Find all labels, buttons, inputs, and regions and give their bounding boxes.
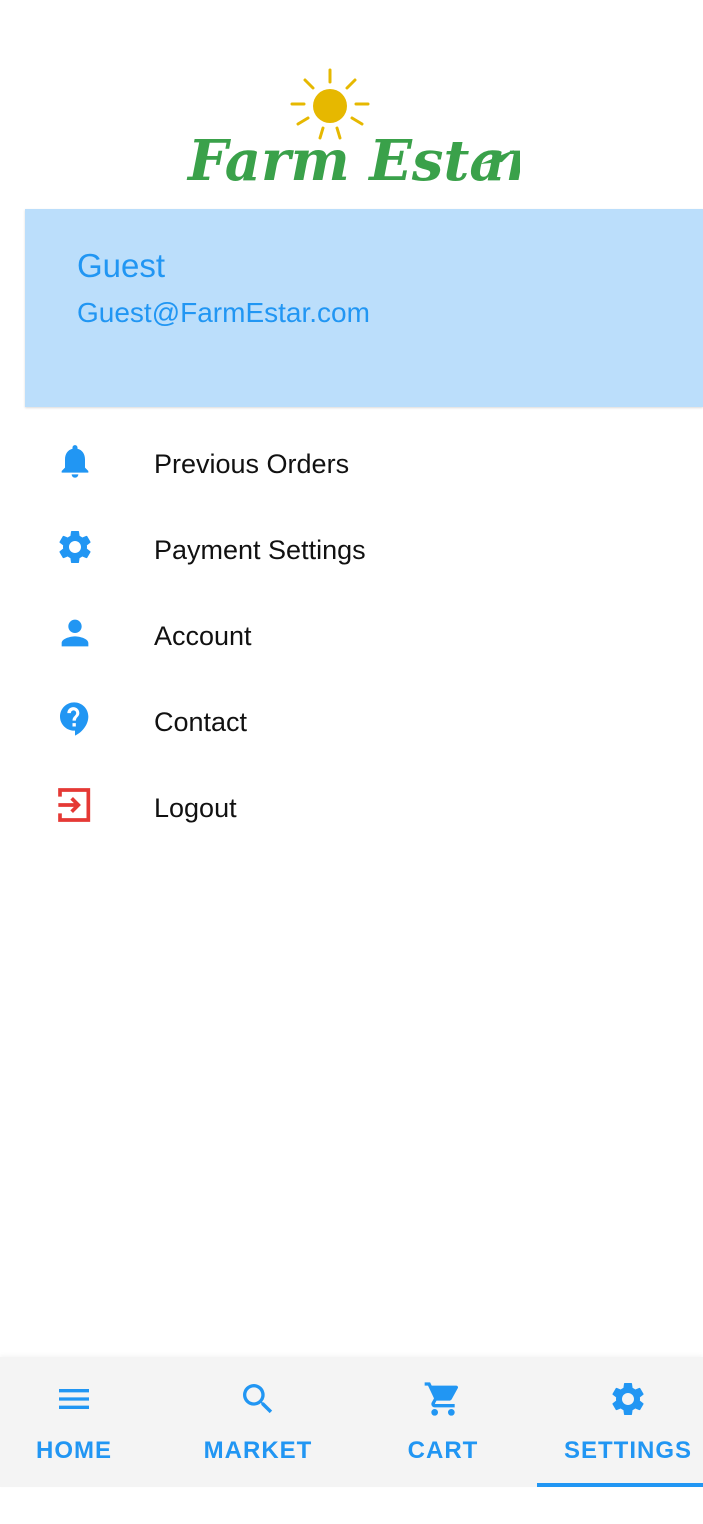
nav-tab-market[interactable]: MARKET	[183, 1357, 333, 1487]
user-name: Guest	[77, 247, 166, 284]
active-tab-indicator	[537, 1483, 703, 1487]
gear-icon	[612, 1383, 644, 1415]
farm-estar-logo: Farm Estar	[186, 68, 520, 194]
menu-item-label: Previous Orders	[154, 449, 350, 479]
cart-icon	[424, 1382, 459, 1416]
menu-item-label: Logout	[154, 793, 237, 823]
search-icon	[243, 1384, 273, 1414]
logout-icon	[58, 788, 91, 822]
menu-item-previous-orders[interactable]: Previous Orders	[0, 422, 703, 508]
menu-item-label: Payment Settings	[154, 535, 366, 565]
help-icon	[60, 702, 89, 736]
menu-item-account[interactable]: Account	[0, 594, 703, 680]
menu-item-logout[interactable]: Logout	[0, 766, 703, 852]
nav-tab-cart[interactable]: CART	[368, 1357, 518, 1487]
nav-tab-label: MARKET	[203, 1437, 313, 1464]
bottom-navigation: HOME MARKET CART SETTINGS	[0, 1357, 703, 1487]
svg-text:Farm Estar: Farm Estar	[186, 128, 520, 194]
nav-tab-settings[interactable]: SETTINGS	[553, 1357, 703, 1487]
menu-icon	[59, 1389, 89, 1409]
nav-tab-label: SETTINGS	[563, 1437, 692, 1464]
nav-tab-label: HOME	[36, 1437, 112, 1464]
user-email: Guest@FarmEstar.com	[77, 297, 370, 328]
nav-tab-home[interactable]: HOME	[0, 1357, 148, 1487]
person-icon	[61, 619, 89, 647]
settings-menu: Previous Orders Payment Settings Account…	[0, 422, 703, 852]
menu-item-label: Contact	[154, 707, 248, 737]
user-info-card: Guest Guest@FarmEstar.com	[25, 209, 703, 407]
bell-icon	[61, 445, 89, 478]
nav-tab-label: CART	[407, 1437, 479, 1464]
menu-item-contact[interactable]: Contact	[0, 680, 703, 766]
menu-item-payment-settings[interactable]: Payment Settings	[0, 508, 703, 594]
menu-item-label: Account	[154, 621, 252, 651]
gear-icon	[59, 531, 91, 563]
